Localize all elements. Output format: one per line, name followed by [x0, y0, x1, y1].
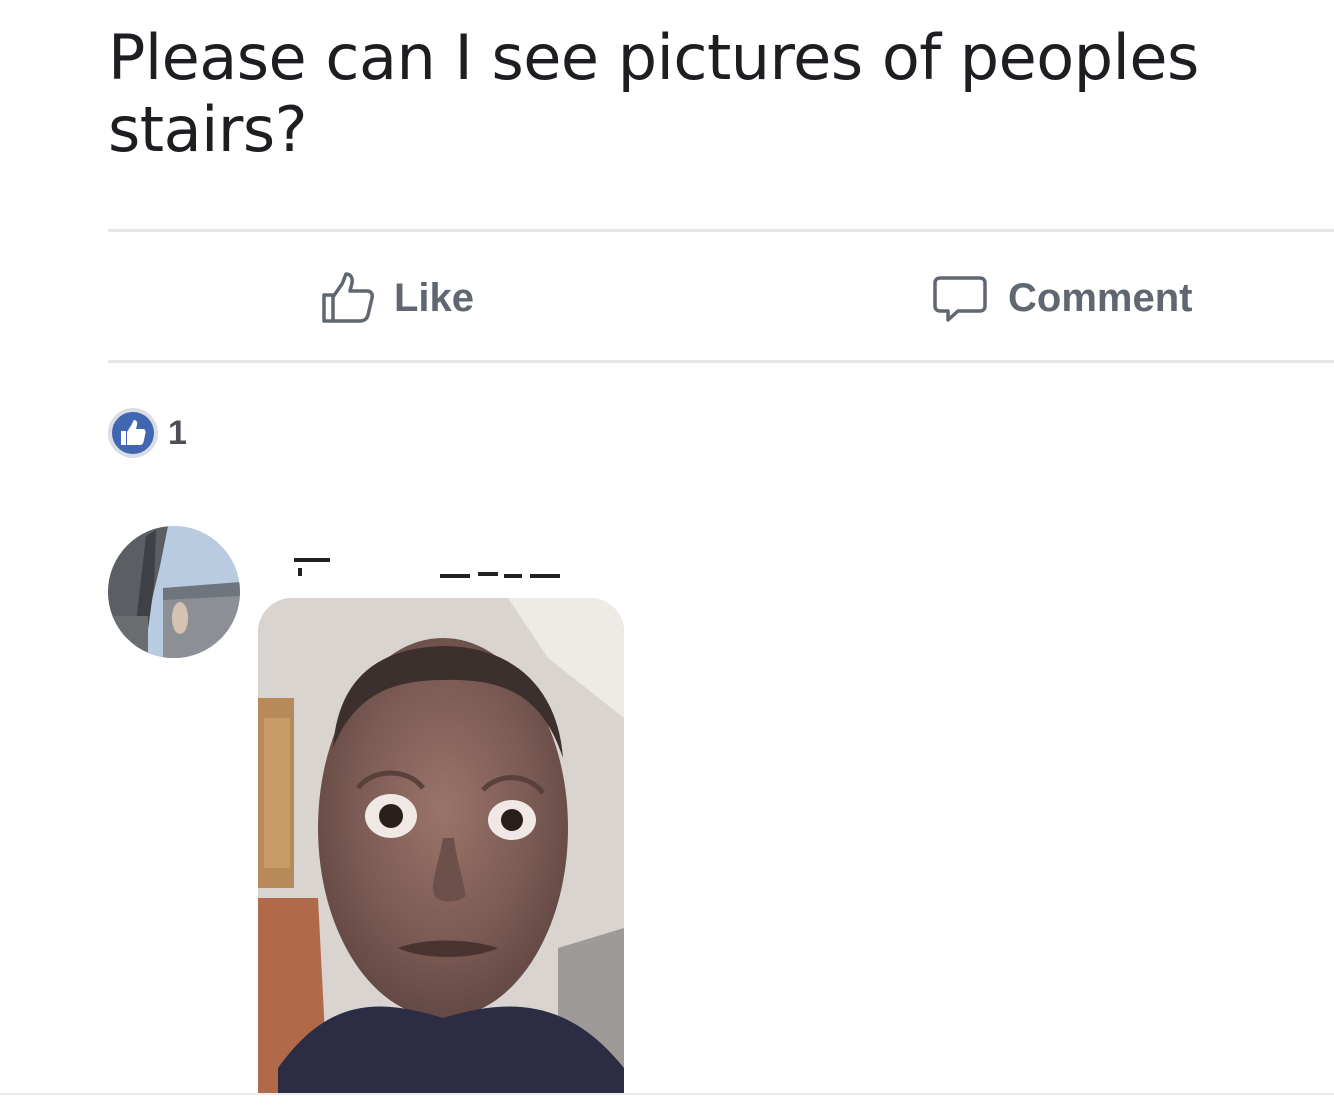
reaction-summary[interactable]: 1 [108, 408, 187, 458]
reaction-count: 1 [168, 413, 187, 452]
selfie-photo[interactable] [258, 598, 624, 1093]
comment-button[interactable]: Comment [930, 268, 1192, 328]
thumbs-up-icon [318, 269, 376, 327]
reaction-badge [108, 408, 158, 458]
comment-icon [930, 268, 990, 328]
like-button[interactable]: Like [318, 268, 474, 328]
divider-top [108, 229, 1334, 232]
avatar[interactable] [108, 526, 240, 658]
author-name[interactable] [290, 548, 570, 582]
divider-bottom [108, 360, 1334, 363]
post-text: Please can I see pictures of peoples sta… [108, 21, 1199, 166]
like-label: Like [394, 275, 475, 320]
comment-label: Comment [1008, 275, 1193, 320]
thumbs-up-icon [121, 420, 146, 445]
